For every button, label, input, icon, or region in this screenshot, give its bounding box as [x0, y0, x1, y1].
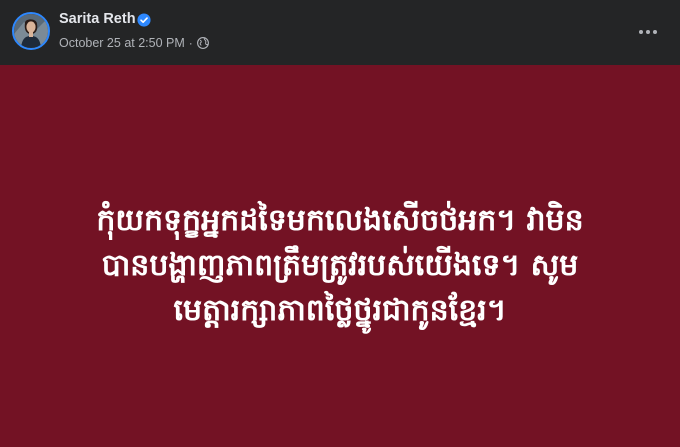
post-text-line: មេត្តារក្សាភាពថ្លៃថ្នូរជាកូនខ្មែរ។ — [173, 292, 507, 328]
ellipsis-icon — [639, 30, 643, 34]
post-timestamp[interactable]: October 25 at 2:50 PM — [59, 36, 185, 50]
post-background: កុំយកទុក្ខអ្នកដទៃមកលេងសើចថ់អក។ វាមិន បាន… — [0, 65, 680, 447]
post-text-line: កុំយកទុក្ខអ្នកដទៃមកលេងសើចថ់អក។ វាមិន — [96, 202, 584, 238]
author-avatar[interactable] — [12, 12, 50, 50]
post-text: កុំយកទុក្ខអ្នកដទៃមកលេងសើចថ់អក។ វាមិន បាន… — [40, 198, 640, 333]
avatar-image — [14, 14, 48, 48]
meta-separator: · — [188, 36, 193, 50]
post-header: Sarita Reth October 25 at 2:50 PM · — [0, 0, 680, 64]
post-text-line: បានបង្ហាញភាពត្រឹមត្រូវរបស់យើងទេ។ សូម — [101, 247, 579, 283]
author-name[interactable]: Sarita Reth — [59, 11, 136, 27]
verified-badge-icon — [137, 13, 151, 27]
globe-icon[interactable] — [196, 37, 209, 49]
facebook-post: Sarita Reth October 25 at 2:50 PM · កុំយ… — [0, 0, 680, 447]
post-meta: October 25 at 2:50 PM · — [59, 35, 209, 51]
more-options-button[interactable] — [632, 18, 664, 46]
